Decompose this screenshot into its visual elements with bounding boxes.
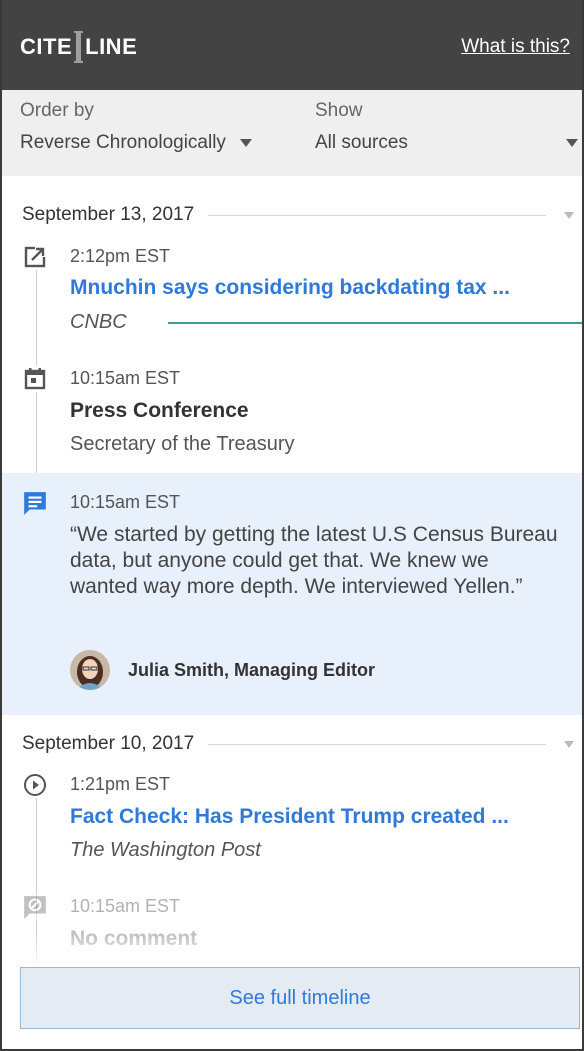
quote-author: Julia Smith, Managing Editor xyxy=(70,650,375,690)
show-value: All sources xyxy=(315,132,408,153)
chevron-down-icon xyxy=(239,139,252,147)
citeline-logo: CITE LINE xyxy=(20,31,138,63)
date-header[interactable]: September 10, 2017 xyxy=(22,729,582,759)
event-subtitle: Secretary of the Treasury xyxy=(70,433,295,455)
play-circle-icon xyxy=(22,772,48,798)
timeline: September 13, 2017 2:12pm EST Mnuchin sa… xyxy=(2,176,582,1049)
header: CITE LINE What is this? xyxy=(2,0,582,90)
avatar xyxy=(70,650,110,690)
timeline-item: 10:15am EST “We started by getting the l… xyxy=(2,490,582,710)
event-title: Press Conference xyxy=(70,399,249,422)
collapse-icon[interactable] xyxy=(564,211,574,219)
item-time: 10:15am EST xyxy=(70,368,181,388)
quote-text: “We started by getting the latest U.S Ce… xyxy=(70,523,558,598)
logo-text-left: CITE xyxy=(20,34,73,59)
no-comment-icon xyxy=(22,894,48,920)
date-label: September 13, 2017 xyxy=(22,204,195,225)
fade-overlay xyxy=(2,935,582,967)
item-time: 10:15am EST xyxy=(70,492,181,512)
article-source: The Washington Post xyxy=(70,839,261,861)
show-label: Show xyxy=(315,100,363,121)
date-label: September 10, 2017 xyxy=(22,733,195,754)
external-link-icon xyxy=(22,244,48,270)
logo-text-right: LINE xyxy=(85,34,138,59)
divider xyxy=(208,743,546,745)
article-title-link[interactable]: Fact Check: Has President Trump created … xyxy=(70,805,572,829)
order-by-value: Reverse Chronologically xyxy=(20,132,226,153)
date-header[interactable]: September 13, 2017 xyxy=(22,200,582,230)
logo-divider xyxy=(74,31,84,63)
item-time: 2:12pm EST xyxy=(70,246,171,266)
article-title-link[interactable]: Mnuchin says considering backdating tax … xyxy=(70,276,572,300)
timeline-item: 1:21pm EST Fact Check: Has President Tru… xyxy=(2,772,582,872)
author-name: Julia Smith, Managing Editor xyxy=(128,659,376,680)
active-indicator xyxy=(168,322,582,324)
citeline-widget: CITE LINE What is this? Order by Reverse… xyxy=(0,0,584,1051)
calendar-icon xyxy=(22,366,48,392)
article-source: CNBC xyxy=(70,311,127,333)
what-is-this-link[interactable]: What is this? xyxy=(461,36,570,58)
order-by-select[interactable]: Reverse Chronologically xyxy=(20,132,252,154)
collapse-icon[interactable] xyxy=(564,740,574,748)
timeline-item: 10:15am EST Press Conference Secretary o… xyxy=(2,366,582,466)
chevron-down-icon xyxy=(566,139,578,147)
filter-bar: Order by Reverse Chronologically Show Al… xyxy=(2,90,582,176)
item-time: 1:21pm EST xyxy=(70,774,171,794)
order-by-label: Order by xyxy=(20,100,94,121)
divider xyxy=(208,214,546,216)
timeline-item: 2:12pm EST Mnuchin says considering back… xyxy=(2,244,582,344)
comment-icon xyxy=(22,490,48,516)
show-select[interactable]: All sources xyxy=(315,132,578,154)
see-full-timeline-button[interactable]: See full timeline xyxy=(20,967,580,1029)
item-time: 10:15am EST xyxy=(70,896,181,916)
